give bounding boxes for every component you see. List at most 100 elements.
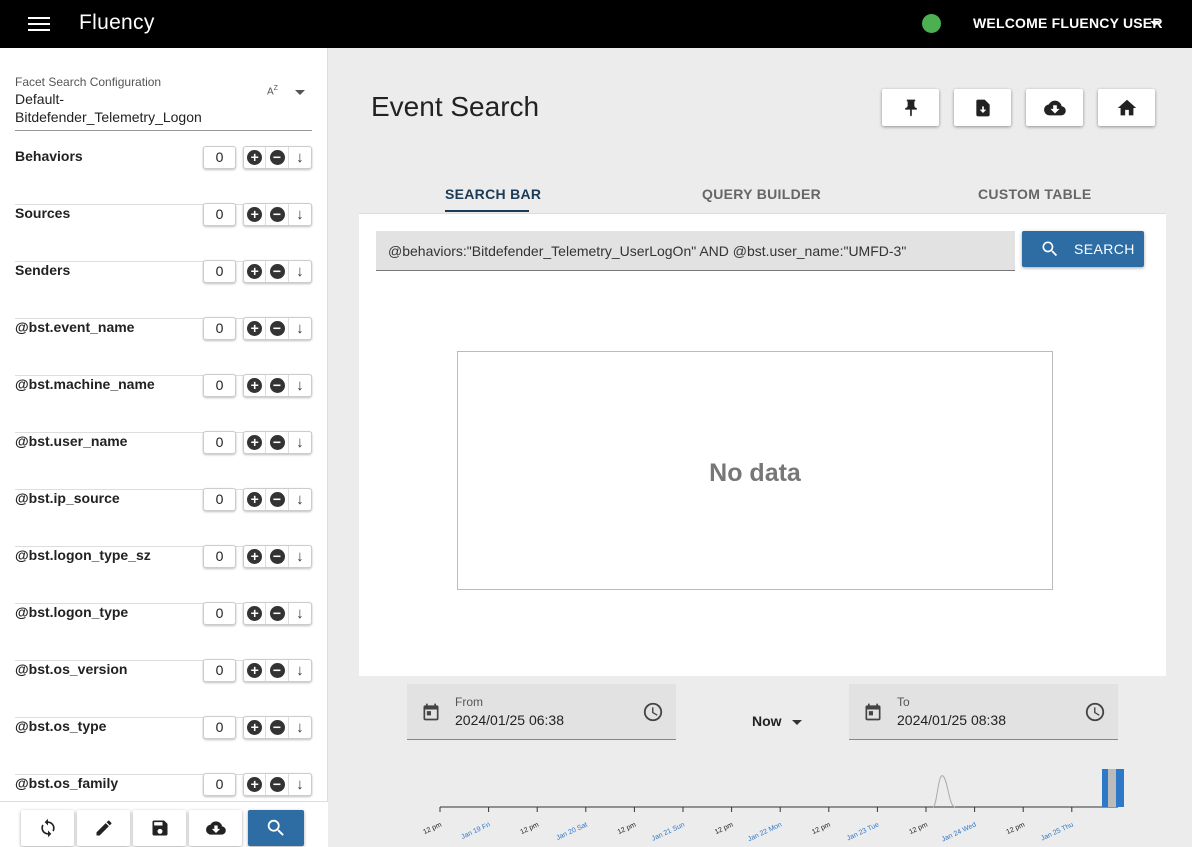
expand-button[interactable]: ↓ <box>289 204 311 225</box>
include-button[interactable]: + <box>244 546 267 567</box>
facet-name: Senders <box>15 262 71 278</box>
include-button[interactable]: + <box>244 147 267 168</box>
facet-search-button[interactable] <box>248 810 304 846</box>
include-button[interactable]: + <box>244 375 267 396</box>
exclude-button[interactable]: − <box>266 204 289 225</box>
cloud-download-button[interactable] <box>1026 89 1083 126</box>
no-data-message: No data <box>709 459 801 487</box>
facet-count-input[interactable]: 0 <box>203 488 236 511</box>
search-button-label: SEARCH <box>1074 241 1135 257</box>
facet-count-input[interactable]: 0 <box>203 659 236 682</box>
expand-button[interactable]: ↓ <box>289 774 311 795</box>
exclude-button[interactable]: − <box>266 546 289 567</box>
exclude-button[interactable]: − <box>266 432 289 453</box>
facet-action-group: + − ↓ <box>243 374 312 397</box>
timeline-tick-label: Jan 23 Tue <box>846 821 880 842</box>
timeline-navigator[interactable]: 12 pm Jan 19 Fri 12 pm Jan 20 Sat 12 pm Jan 2… <box>400 760 1160 847</box>
to-value[interactable]: 2024/01/25 08:38 <box>897 712 1006 728</box>
facet-count-input[interactable]: 0 <box>203 602 236 625</box>
expand-button[interactable]: ↓ <box>289 375 311 396</box>
expand-button[interactable]: ↓ <box>289 432 311 453</box>
facet-row: @bst.os_type 0 + − ↓ <box>15 716 312 775</box>
from-label: From <box>455 695 483 709</box>
include-button[interactable]: + <box>244 603 267 624</box>
arrow-down-icon: ↓ <box>296 434 304 451</box>
facet-count-input[interactable]: 0 <box>203 146 236 169</box>
facet-name: @bst.logon_type <box>15 604 129 620</box>
calendar-icon <box>423 703 439 721</box>
exclude-button[interactable]: − <box>266 774 289 795</box>
refresh-button[interactable] <box>21 810 74 846</box>
az-sort-icon[interactable]: AZ <box>267 85 278 97</box>
caret-down-icon[interactable] <box>1150 21 1160 26</box>
from-date-field[interactable]: From 2024/01/25 06:38 <box>407 684 676 740</box>
facet-count-input[interactable]: 0 <box>203 203 236 226</box>
clock-icon <box>643 702 663 722</box>
facet-count-input[interactable]: 0 <box>203 545 236 568</box>
arrow-down-icon: ↓ <box>296 263 304 280</box>
facet-count-input[interactable]: 0 <box>203 374 236 397</box>
include-button[interactable]: + <box>244 660 267 681</box>
facet-row: @bst.user_name 0 + − ↓ <box>15 431 312 490</box>
include-button[interactable]: + <box>244 489 267 510</box>
exclude-button[interactable]: − <box>266 375 289 396</box>
download-config-button[interactable] <box>189 810 242 846</box>
facet-count-input[interactable]: 0 <box>203 716 236 739</box>
home-button[interactable] <box>1098 89 1155 126</box>
include-button[interactable]: + <box>244 774 267 795</box>
query-input[interactable]: @behaviors:"Bitdefender_Telemetry_UserLo… <box>376 231 1015 271</box>
include-button[interactable]: + <box>244 717 267 738</box>
exclude-button[interactable]: − <box>266 717 289 738</box>
arrow-down-icon: ↓ <box>296 605 304 622</box>
include-button[interactable]: + <box>244 261 267 282</box>
save-button[interactable] <box>133 810 186 846</box>
facet-sidebar: Facet Search Configuration Default-Bitde… <box>0 48 328 847</box>
caret-down-icon[interactable] <box>792 720 802 725</box>
exclude-button[interactable]: − <box>266 147 289 168</box>
expand-button[interactable]: ↓ <box>289 546 311 567</box>
user-menu[interactable]: WELCOME FLUENCY USER <box>973 15 1163 31</box>
range-preset-select[interactable]: Now <box>752 713 782 729</box>
facet-config-select[interactable]: Facet Search Configuration Default-Bitde… <box>15 75 312 131</box>
plus-circle-icon: + <box>247 264 263 279</box>
hamburger-menu-icon[interactable] <box>28 14 50 34</box>
facet-count-input[interactable]: 0 <box>203 260 236 283</box>
include-button[interactable]: + <box>244 204 267 225</box>
app-title: Fluency <box>79 11 155 34</box>
caret-down-icon[interactable] <box>295 90 305 95</box>
expand-button[interactable]: ↓ <box>289 489 311 510</box>
search-button[interactable]: SEARCH <box>1022 231 1144 267</box>
exclude-button[interactable]: − <box>266 318 289 339</box>
arrow-down-icon: ↓ <box>296 776 304 793</box>
include-button[interactable]: + <box>244 432 267 453</box>
from-value[interactable]: 2024/01/25 06:38 <box>455 712 564 728</box>
facet-name: Sources <box>15 205 71 221</box>
tab-query-builder[interactable]: QUERY BUILDER <box>702 186 821 202</box>
expand-button[interactable]: ↓ <box>289 147 311 168</box>
tab-custom-table[interactable]: CUSTOM TABLE <box>978 186 1092 202</box>
expand-button[interactable]: ↓ <box>289 261 311 282</box>
plus-circle-icon: + <box>247 435 263 450</box>
expand-button[interactable]: ↓ <box>289 717 311 738</box>
expand-button[interactable]: ↓ <box>289 603 311 624</box>
exclude-button[interactable]: − <box>266 660 289 681</box>
expand-button[interactable]: ↓ <box>289 318 311 339</box>
exclude-button[interactable]: − <box>266 261 289 282</box>
to-date-field[interactable]: To 2024/01/25 08:38 <box>849 684 1118 740</box>
exclude-button[interactable]: − <box>266 603 289 624</box>
facet-count-input[interactable]: 0 <box>203 431 236 454</box>
facet-config-value[interactable]: Default-Bitdefender_Telemetry_Logon <box>15 90 235 126</box>
export-button[interactable] <box>954 89 1011 126</box>
expand-button[interactable]: ↓ <box>289 660 311 681</box>
facet-count-input[interactable]: 0 <box>203 317 236 340</box>
edit-button[interactable] <box>77 810 130 846</box>
exclude-button[interactable]: − <box>266 489 289 510</box>
plus-circle-icon: + <box>247 720 263 735</box>
sidebar-toolbar <box>0 801 328 847</box>
pin-button[interactable] <box>882 89 939 126</box>
include-button[interactable]: + <box>244 318 267 339</box>
timeline-tick-label: Jan 22 Mon <box>747 821 783 843</box>
tab-search-bar[interactable]: SEARCH BAR <box>445 186 541 202</box>
timeline-tick-label: 12 pm <box>811 821 832 836</box>
facet-count-input[interactable]: 0 <box>203 773 236 796</box>
